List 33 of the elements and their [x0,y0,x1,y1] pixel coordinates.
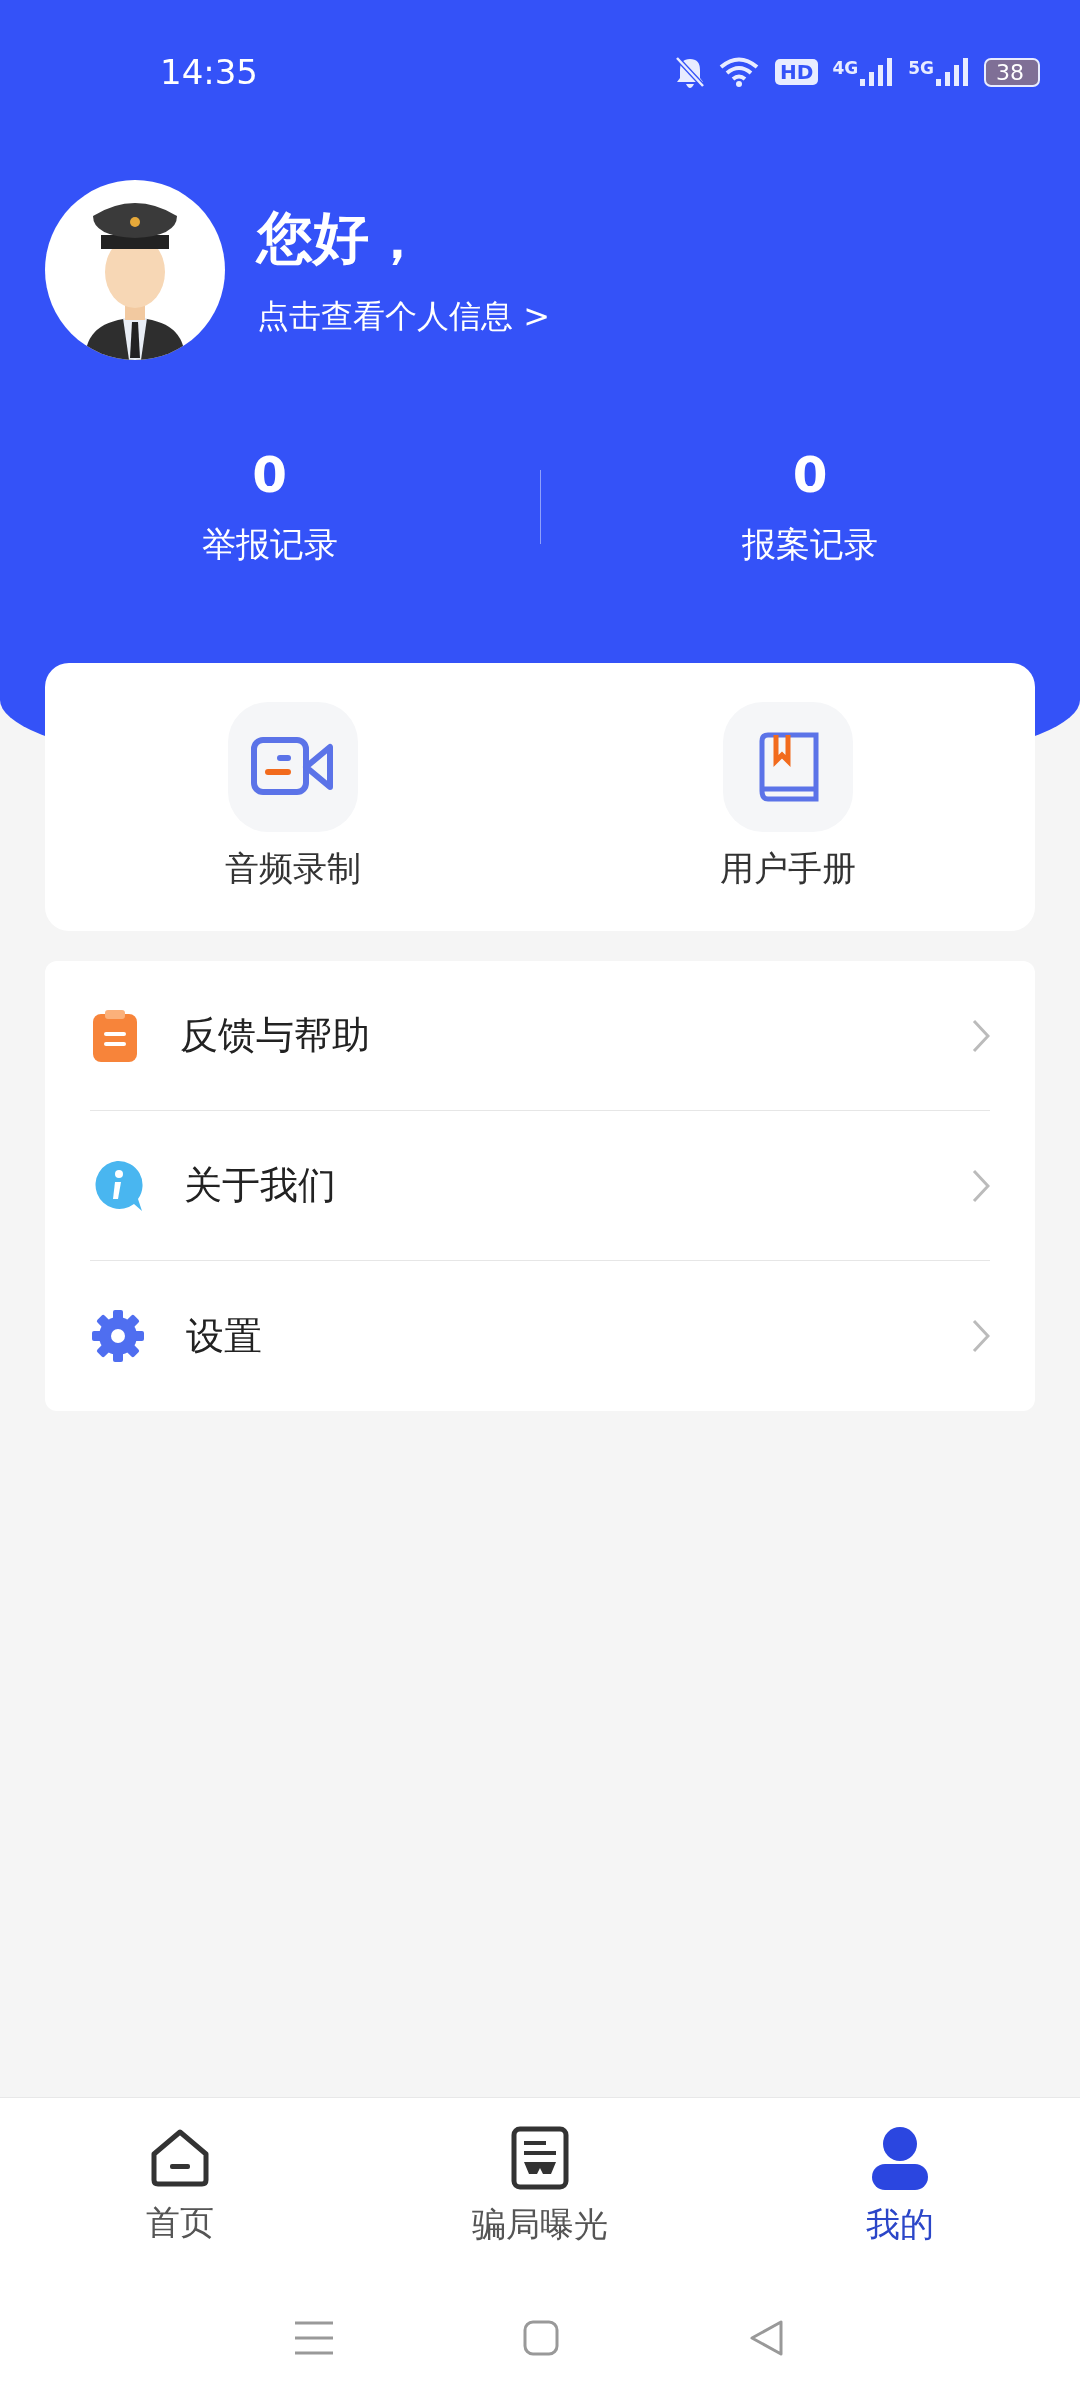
shortcut-button[interactable]: 用户手册 [540,663,1035,931]
shortcut-button[interactable]: 音频录制 [45,663,540,931]
chevron-icon [972,1319,990,1353]
signal-icon [860,58,895,86]
back-icon[interactable] [749,2320,785,2356]
network-type: 4G [832,58,859,78]
signal-icon [936,58,970,86]
tab[interactable]: 首页 [0,2098,360,2276]
stat-label: 举报记录 [201,523,338,566]
stat-label: 报案记录 [742,523,879,566]
bell-off-icon [675,56,706,88]
hd-badge: HD [775,59,819,85]
document-icon [511,2126,569,2190]
menu-item[interactable]: 设置 [90,1261,990,1411]
stat-count: 0 [792,446,828,504]
chevron-icon [972,1018,990,1053]
tab[interactable]: 骗局曝光 [360,2098,720,2276]
stat-count: 0 [252,446,288,504]
greeting: 您好， [257,204,426,272]
menu-item[interactable]: 反馈与帮助 [90,961,990,1111]
tab[interactable]: 我的 [720,2098,1080,2276]
profile-link[interactable]: 点击查看个人信息 > [257,295,550,339]
chevron-icon [972,1168,990,1203]
home-square-icon[interactable] [523,2320,559,2356]
menu-icon[interactable] [295,2321,333,2355]
settings-icon [90,1308,146,1364]
clipboard-icon [90,1007,140,1064]
network-type: 5G [908,58,934,78]
menu-item[interactable]: 关于我们 [90,1111,990,1261]
home-icon [150,2128,210,2188]
battery-level: 38 [984,57,1040,87]
person-icon [870,2126,930,2190]
status-time: 14:35 [160,52,258,92]
